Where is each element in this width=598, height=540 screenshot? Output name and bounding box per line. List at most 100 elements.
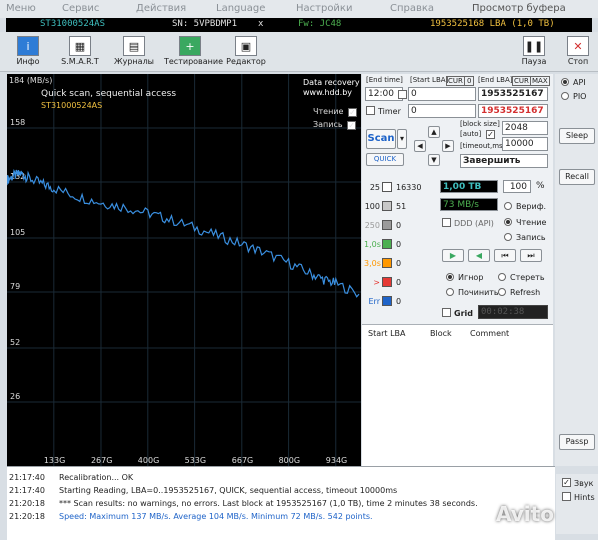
erase-radio[interactable] xyxy=(498,273,506,281)
info-icon: i xyxy=(17,36,39,56)
skip-back-button[interactable]: ⏮ xyxy=(494,249,516,262)
counter-label: 250 xyxy=(364,221,380,230)
passp-button[interactable]: Passp xyxy=(559,434,595,450)
counter-value: 51 xyxy=(396,202,407,211)
write-radio[interactable] xyxy=(504,233,512,241)
end-time-checkbox[interactable] xyxy=(398,90,407,99)
log-time: 21:17:40 xyxy=(9,473,45,482)
counter-label: 100 xyxy=(364,202,380,211)
drive-status-strip: ST31000524AS SN: 5VPBDMP1 x Fw: JC48 195… xyxy=(6,18,592,32)
skip-forward-button[interactable]: ⏭ xyxy=(520,249,542,262)
counter-color-swatch xyxy=(382,220,392,230)
menu-bar: Меню Сервис Действия Language Настройки … xyxy=(0,0,598,18)
ddd-checkbox[interactable] xyxy=(442,218,451,227)
finish-select[interactable]: Завершить xyxy=(460,154,548,168)
smart-icon: ▦ xyxy=(69,36,91,56)
menu-item-actions[interactable]: Действия xyxy=(136,3,186,14)
editor-button[interactable]: ▣ Редактор xyxy=(220,36,272,70)
menu-item-help[interactable]: Справка xyxy=(390,3,434,14)
y-tick-label: 158 xyxy=(10,118,25,127)
logs-button[interactable]: ▤ Журналы xyxy=(108,36,160,70)
info-button[interactable]: i Инфо xyxy=(2,36,54,70)
start-lba-input[interactable]: 0 xyxy=(408,87,476,101)
block-size-select[interactable]: 2048 xyxy=(502,121,548,135)
counter-color-swatch xyxy=(382,296,392,306)
counter-value: 0 xyxy=(396,240,402,249)
x-tick-label: 133G xyxy=(44,456,65,465)
counter-label: Err xyxy=(368,297,381,306)
speed-value: 73 MB/s xyxy=(440,198,498,211)
api-radio[interactable] xyxy=(561,78,569,86)
end-lba-label: [End LBA] xyxy=(478,76,513,84)
grid-checkbox[interactable] xyxy=(442,308,451,317)
counter-color-swatch xyxy=(382,239,392,249)
col-comment: Comment xyxy=(470,329,510,338)
read-radio[interactable] xyxy=(504,218,512,226)
max-button[interactable]: MAX xyxy=(530,76,550,86)
log-message: *** Scan results: no warnings, no errors… xyxy=(59,499,478,508)
ignore-label: Игнор xyxy=(458,273,484,282)
auto-checkbox[interactable]: ✓ xyxy=(486,130,495,139)
menu-item-settings[interactable]: Настройки xyxy=(296,3,352,14)
sleep-button[interactable]: Sleep xyxy=(559,128,595,144)
sound-label: Звук xyxy=(574,479,594,488)
timeout-label-text: timeout,ms xyxy=(462,142,503,150)
sound-hints-panel: ✓ Звук Hints xyxy=(556,474,598,534)
refresh-radio[interactable] xyxy=(498,288,506,296)
arrow-left-icon[interactable]: ◀ xyxy=(414,140,426,152)
control-panel: [End time] [Start LBA] CUR 0 [End LBA] C… xyxy=(362,74,553,466)
counter-color-swatch xyxy=(382,277,392,287)
scan-dropdown-icon[interactable]: ▾ xyxy=(397,129,407,149)
watermark-box: Data recovery www.hdd.by xyxy=(303,78,360,98)
quick-button[interactable]: QUICK xyxy=(366,153,404,166)
stop-icon: ✕ xyxy=(567,36,589,56)
drive-capacity: 1953525168 LBA (1,0 TB) xyxy=(430,19,555,29)
avito-watermark: Avito xyxy=(496,502,554,526)
menu-item-buffer[interactable]: Просмотр буфера xyxy=(472,3,566,14)
legend-write-checkbox[interactable]: ✓ xyxy=(347,121,357,130)
cur-button[interactable]: CUR xyxy=(446,76,465,86)
zero-button[interactable]: 0 xyxy=(464,76,475,86)
counter-label: > xyxy=(373,278,380,287)
arrow-down-icon[interactable]: ▼ xyxy=(428,154,440,166)
graph-unit-label: 184 (MB/s) xyxy=(9,76,53,85)
arrow-right-icon[interactable]: ▶ xyxy=(442,140,454,152)
auto-label-text: auto xyxy=(462,130,479,138)
testing-button[interactable]: + Тестирование xyxy=(164,36,223,70)
drive-close-icon[interactable]: x xyxy=(258,19,263,29)
counter-color-swatch xyxy=(382,258,392,268)
pio-radio[interactable] xyxy=(561,92,569,100)
ignore-radio[interactable] xyxy=(446,273,454,281)
end-lba-input[interactable]: 1953525167 xyxy=(478,87,548,101)
play-button[interactable]: ▶ xyxy=(442,249,464,262)
legend-read-checkbox[interactable]: ✓ xyxy=(347,108,357,117)
timer-input[interactable]: 0 xyxy=(408,104,476,118)
arrow-up-icon[interactable]: ▲ xyxy=(428,126,440,138)
timer-checkbox[interactable] xyxy=(366,106,375,115)
legend-read-label: Чтение xyxy=(313,107,344,116)
repair-radio[interactable] xyxy=(446,288,454,296)
stop-button[interactable]: ✕ Стоп xyxy=(552,36,598,70)
pio-label: PIO xyxy=(573,92,587,101)
scan-button[interactable]: Scan xyxy=(366,129,396,149)
smart-button[interactable]: ▦ S.M.A.R.T xyxy=(54,36,106,70)
right-panel: API PIO Sleep Recall Passp xyxy=(555,74,598,466)
verify-radio[interactable] xyxy=(504,202,512,210)
menu-item-language[interactable]: Language xyxy=(216,3,265,14)
back-button[interactable]: ◀ xyxy=(468,249,490,262)
hints-checkbox[interactable] xyxy=(562,492,571,501)
direction-pad: ▲ ◀ ▶ ▼ xyxy=(414,126,454,166)
menu-item-service[interactable]: Сервис xyxy=(62,3,99,14)
end-cur-button[interactable]: CUR xyxy=(512,76,531,86)
event-log: 21:17:40 Recalibration... OK 21:17:40 Start… xyxy=(7,466,555,540)
log-message: Recalibration... OK xyxy=(59,473,134,482)
counter-label: 1,0s xyxy=(364,240,381,249)
timeout-select[interactable]: 10000 xyxy=(502,137,548,151)
sound-checkbox[interactable]: ✓ xyxy=(562,478,571,487)
drive-model: ST31000524AS xyxy=(40,19,106,29)
col-start-lba: Start LBA xyxy=(368,329,406,338)
x-tick-label: 533G xyxy=(185,456,206,465)
recall-button[interactable]: Recall xyxy=(559,169,595,185)
menu-item-menu[interactable]: Меню xyxy=(6,3,36,14)
drive-serial: SN: 5VPBDMP1 xyxy=(172,19,238,29)
